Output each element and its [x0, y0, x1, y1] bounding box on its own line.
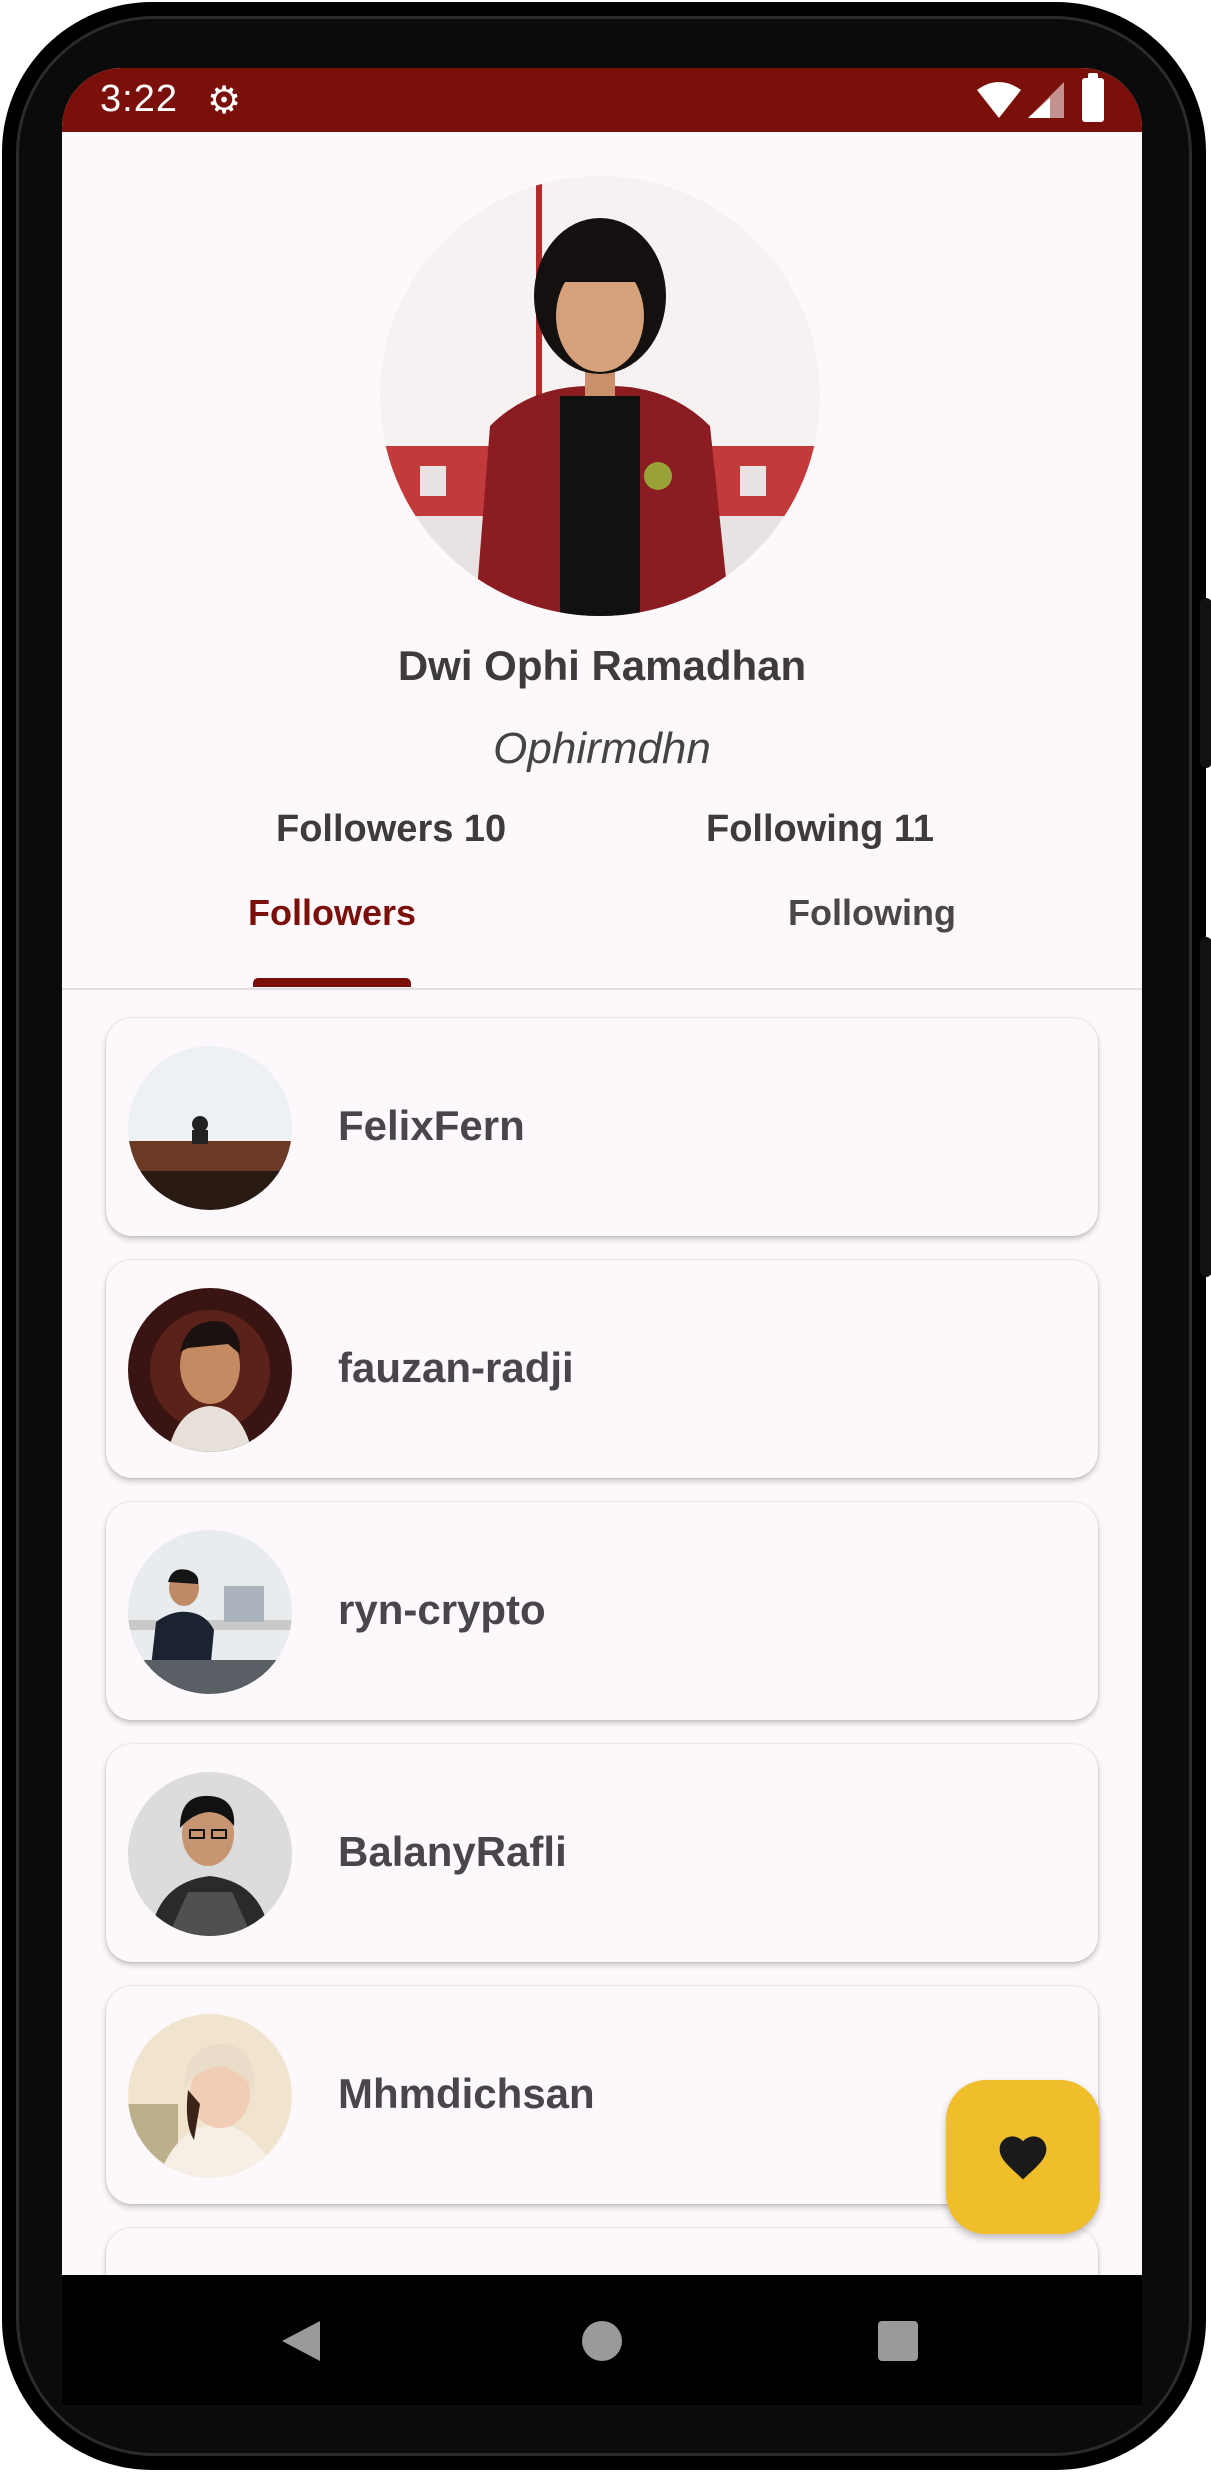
phone-frame: 3:22 ⚙ Dwi Ophi Ramadhan Ophirmdhn Follo…: [2, 2, 1211, 2470]
follower-username: ryn-crypto: [338, 1586, 546, 1633]
home-icon[interactable]: [582, 2321, 622, 2361]
signal-icon: [1028, 82, 1064, 118]
system-nav-bar: [62, 2275, 1142, 2405]
follower-username: fauzan-radji: [338, 1344, 574, 1391]
tab-followers[interactable]: Followers: [248, 892, 416, 934]
battery-icon: [1082, 73, 1104, 122]
heart-icon: [999, 2136, 1047, 2180]
avatar: [128, 1288, 292, 1452]
volume-button: [1200, 937, 1211, 1277]
list-item[interactable]: BalanyRafli: [106, 1744, 1098, 1962]
favorite-fab-button[interactable]: [946, 2080, 1100, 2234]
list-item[interactable]: fauzan-radji: [106, 1260, 1098, 1478]
power-button: [1200, 598, 1211, 768]
followers-count: Followers 10: [276, 808, 507, 850]
list-item[interactable]: ryn-crypto: [106, 1502, 1098, 1720]
avatar: [128, 1530, 292, 1694]
avatar: [128, 2014, 292, 2178]
follower-username: BalanyRafli: [338, 1828, 567, 1875]
list-item[interactable]: FelixFern: [106, 1018, 1098, 1236]
list-item[interactable]: [106, 2228, 1098, 2275]
follower-username: Mhmdichsan: [338, 2070, 595, 2117]
profile-avatar: [380, 176, 820, 616]
app-screen: 3:22 ⚙ Dwi Ophi Ramadhan Ophirmdhn Follo…: [62, 68, 1142, 2275]
tab-bar: Followers Following: [62, 878, 1142, 990]
avatar: [128, 1772, 292, 1936]
follower-username: FelixFern: [338, 1102, 525, 1149]
tab-indicator: [253, 978, 411, 987]
gear-icon: ⚙: [207, 80, 242, 122]
status-bar: 3:22 ⚙: [62, 68, 1142, 132]
tab-following[interactable]: Following: [788, 892, 956, 934]
back-icon[interactable]: [280, 2319, 322, 2363]
recents-icon[interactable]: [878, 2321, 918, 2361]
avatar: [128, 1046, 292, 1210]
following-count: Following 11: [706, 808, 935, 850]
wifi-icon: [977, 82, 1021, 118]
status-time: 3:22: [100, 78, 178, 120]
profile-username: Ophirmdhn: [493, 724, 711, 773]
profile-name: Dwi Ophi Ramadhan: [397, 642, 807, 689]
